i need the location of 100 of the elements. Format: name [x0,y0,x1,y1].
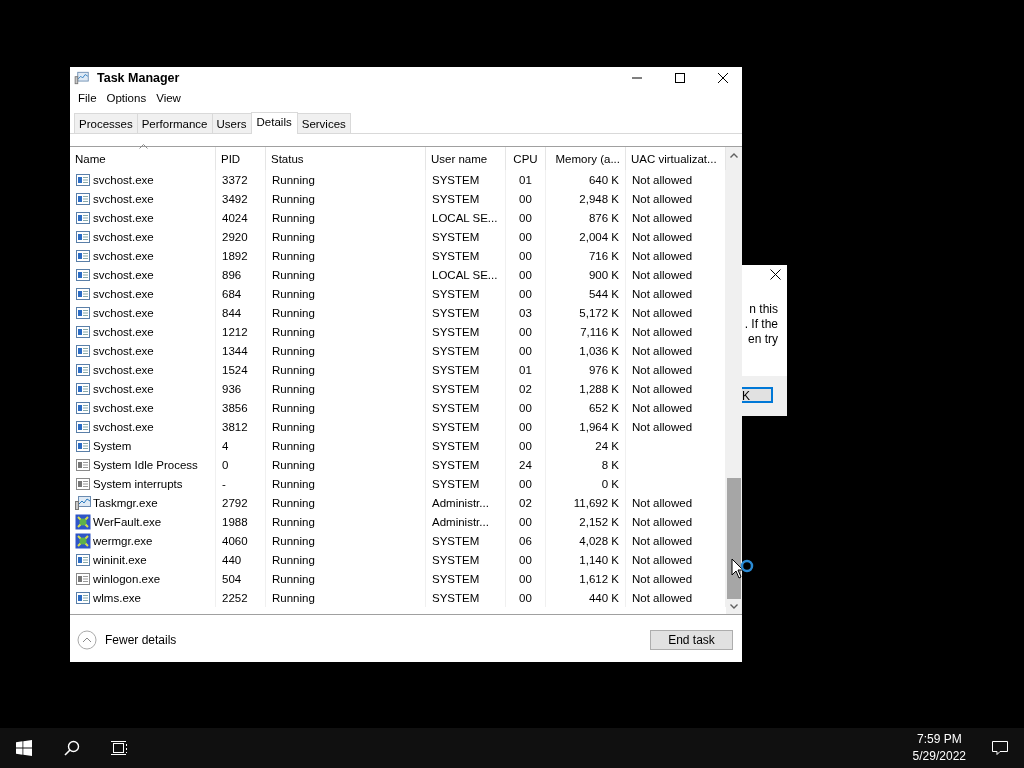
column-header[interactable]: Status [271,152,304,165]
task-view-icon[interactable] [111,740,129,756]
table-cell: svchost.exe [93,192,154,205]
table-cell: 00 [519,230,532,243]
table-cell: SYSTEM [432,287,480,300]
menu-item[interactable]: Options [101,92,152,104]
table-cell: 3372 [222,173,248,186]
column-header[interactable]: User name [431,152,488,165]
table-cell: 2252 [222,591,248,604]
table-cell: svchost.exe [93,173,154,186]
table-cell: Not allowed [632,553,693,566]
clock-time[interactable]: 7:59 PM [916,731,962,748]
table-cell: svchost.exe [93,363,154,376]
table-cell: 3812 [222,420,248,433]
table-cell: 24 [519,458,532,471]
dialog-text: . If the [744,317,778,332]
table-cell: 2792 [222,496,248,509]
window-icon [75,570,91,587]
column-header[interactable]: UAC virtualizat... [631,152,717,165]
table-cell: SYSTEM [432,553,480,566]
fewer-details-link[interactable]: Fewer details [105,633,177,647]
table-cell: Not allowed [632,496,693,509]
table-cell: SYSTEM [432,325,480,338]
table-cell: wlms.exe [93,591,141,604]
table-cell: 4,028 K [579,534,619,547]
table-cell: Running [272,230,315,243]
tab[interactable]: Services [296,113,351,133]
menu-item[interactable]: File [73,92,102,104]
table-cell: 00 [519,287,532,300]
table-cell: 1,964 K [579,420,619,433]
table-cell: 2,004 K [579,230,619,243]
table-cell: System Idle Process [93,458,198,471]
window-icon [75,589,91,606]
end-task-button[interactable]: End task [650,630,733,650]
table-cell: SYSTEM [432,534,480,547]
table-cell: Running [272,439,315,452]
badge-icon [75,532,91,549]
window-icon [75,418,91,435]
table-cell: 652 K [588,401,619,414]
close-icon[interactable] [770,269,781,280]
window-icon [75,171,91,188]
table-cell: Not allowed [632,344,693,357]
table-cell: SYSTEM [432,439,480,452]
table-cell: 1,036 K [579,344,619,357]
table-cell: Not allowed [632,249,693,262]
scrollbar-thumb[interactable] [727,478,741,599]
column-header[interactable]: CPU [513,152,538,165]
column-header[interactable]: Name [75,152,106,165]
column-header[interactable]: PID [221,152,241,165]
table-cell: Running [272,211,315,224]
column-header[interactable]: Memory (a... [555,152,620,165]
ok-button[interactable]: K [742,387,773,403]
monitor-icon [75,494,91,511]
window-icon [75,551,91,568]
table-cell: Running [272,420,315,433]
clock-date[interactable]: 5/29/2022 [912,748,966,765]
table-cell: Running [272,534,315,547]
table-cell: Running [272,382,315,395]
scroll-up-icon[interactable] [730,153,738,158]
table-cell: svchost.exe [93,420,154,433]
table-cell: 4060 [222,534,248,547]
maximize-icon[interactable] [674,72,686,84]
menu-item[interactable]: View [151,92,186,104]
scroll-down-icon[interactable] [730,604,738,609]
scrollbar[interactable] [726,147,742,614]
table-cell: 1344 [222,344,248,357]
table-cell: Running [272,325,315,338]
table-cell: Administr... [432,496,489,509]
table-cell: 440 [222,553,242,566]
table-cell: 844 [222,306,242,319]
table-cell: 1,140 K [579,553,619,566]
table-cell: 716 K [588,249,619,262]
table-cell: Running [272,306,315,319]
table-cell: 544 K [588,287,619,300]
search-icon[interactable] [64,740,80,756]
table-cell: SYSTEM [432,572,480,585]
table-cell: 2,152 K [579,515,619,528]
window-icon [75,361,91,378]
table-cell: System [93,439,132,452]
window-icon [75,304,91,321]
table-cell: 640 K [588,173,619,186]
tab[interactable]: Users [211,113,252,133]
dialog-text: en try [748,332,778,347]
tab[interactable]: Performance [136,113,213,133]
tab[interactable]: Details [250,112,298,134]
table-cell: Not allowed [632,591,693,604]
window-icon [75,266,91,283]
table-cell: Running [272,173,315,186]
table-cell: Running [272,458,315,471]
window-icon [75,437,91,454]
table-cell: Running [272,496,315,509]
table-cell: Running [272,477,315,490]
close-icon[interactable] [717,72,729,84]
notification-icon[interactable] [991,740,1009,756]
table-cell: 440 K [588,591,619,604]
start-icon[interactable] [16,740,32,756]
table-cell: Not allowed [632,325,693,338]
tab[interactable]: Processes [74,113,138,133]
table-cell: 976 K [588,363,619,376]
table-cell: Running [272,287,315,300]
